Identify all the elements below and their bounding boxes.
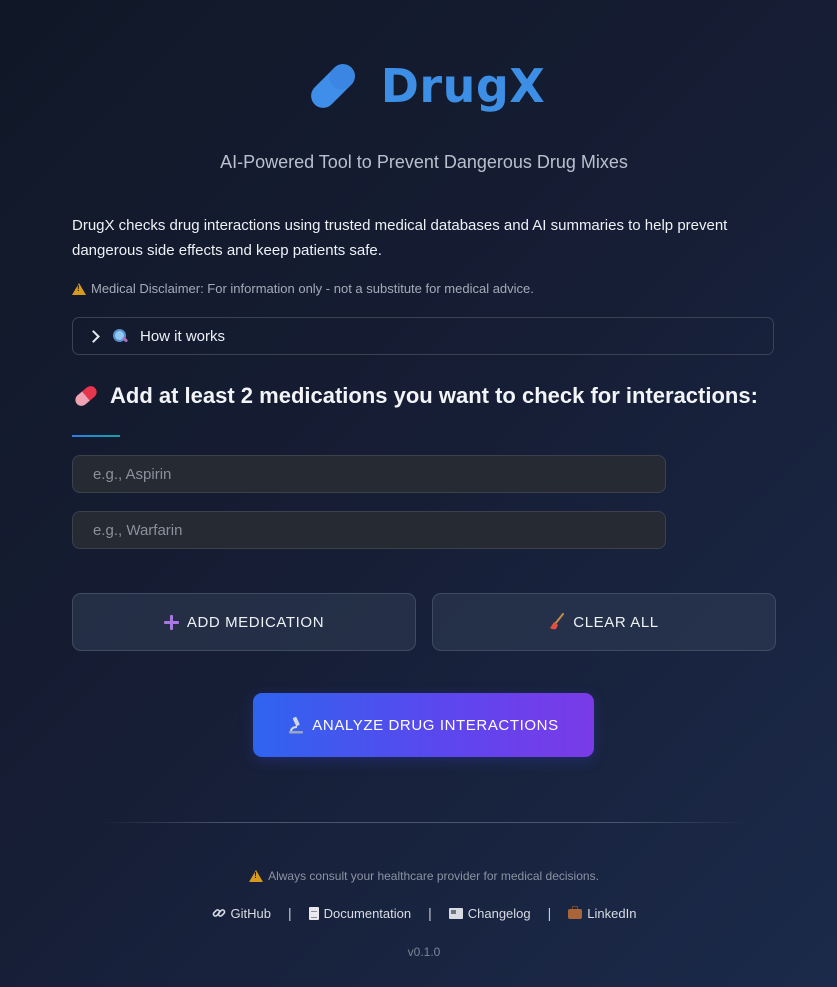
medical-disclaimer: Medical Disclaimer: For information only…: [72, 281, 534, 296]
pill-icon: [303, 56, 363, 116]
documentation-link[interactable]: Documentation: [308, 905, 412, 921]
briefcase-icon: [568, 906, 583, 919]
clear-all-button[interactable]: CLEAR ALL: [432, 593, 776, 651]
footer-divider: [100, 822, 750, 823]
changelog-link[interactable]: Changelog: [448, 905, 531, 921]
broom-icon: [549, 613, 565, 631]
warning-icon: [249, 870, 264, 882]
heading-accent-line: [72, 435, 120, 437]
tagline: AI-Powered Tool to Prevent Dangerous Dru…: [220, 152, 628, 172]
medications-heading: Add at least 2 medications you want to c…: [72, 382, 758, 410]
microscope-icon: [288, 716, 304, 734]
how-it-works-expander[interactable]: How it works: [72, 317, 774, 355]
changelog-link-label: Changelog: [467, 905, 531, 921]
footer-note-text: Always consult your healthcare provider …: [268, 869, 599, 883]
analyze-label: ANALYZE DRUG INTERACTIONS: [312, 716, 559, 734]
app-page: DrugX AI-Powered Tool to Prevent Dangero…: [72, 0, 776, 987]
warning-icon: [72, 282, 86, 295]
github-link-label: GitHub: [230, 905, 272, 921]
linkedin-link[interactable]: LinkedIn: [568, 906, 636, 921]
plus-icon: [163, 614, 179, 630]
medication-input-2[interactable]: [72, 511, 666, 549]
medications-heading-text: Add at least 2 medications you want to c…: [110, 383, 758, 408]
clear-all-label: CLEAR ALL: [573, 613, 659, 631]
capsule-icon: [72, 382, 100, 410]
brand-header: DrugX: [72, 56, 776, 116]
app-title: DrugX: [380, 59, 546, 113]
chevron-right-icon: [87, 329, 100, 343]
medication-input-1[interactable]: [72, 455, 666, 493]
link-separator: |: [428, 905, 432, 921]
link-separator: |: [288, 905, 292, 921]
footer-note: Always consult your healthcare provider …: [72, 869, 776, 883]
analyze-interactions-button[interactable]: ANALYZE DRUG INTERACTIONS: [253, 693, 594, 757]
github-link[interactable]: GitHub: [212, 906, 271, 921]
disclaimer-text: Medical Disclaimer: For information only…: [91, 281, 534, 296]
add-medication-button[interactable]: ADD MEDICATION: [72, 593, 416, 651]
expander-label: How it works: [140, 327, 226, 345]
newspaper-icon: [448, 907, 463, 919]
app-description: DrugX checks drug interactions using tru…: [72, 217, 728, 259]
link-icon: [212, 906, 226, 920]
documentation-link-label: Documentation: [323, 905, 412, 921]
version-label: v0.1.0: [407, 945, 441, 959]
add-medication-label: ADD MEDICATION: [186, 613, 325, 631]
magnifying-glass-icon: [112, 328, 129, 344]
linkedin-link-label: LinkedIn: [587, 905, 637, 921]
footer-links: GitHub | Documentation | Changelog | Lin…: [72, 905, 776, 921]
document-icon: [308, 906, 319, 920]
link-separator: |: [547, 905, 552, 921]
